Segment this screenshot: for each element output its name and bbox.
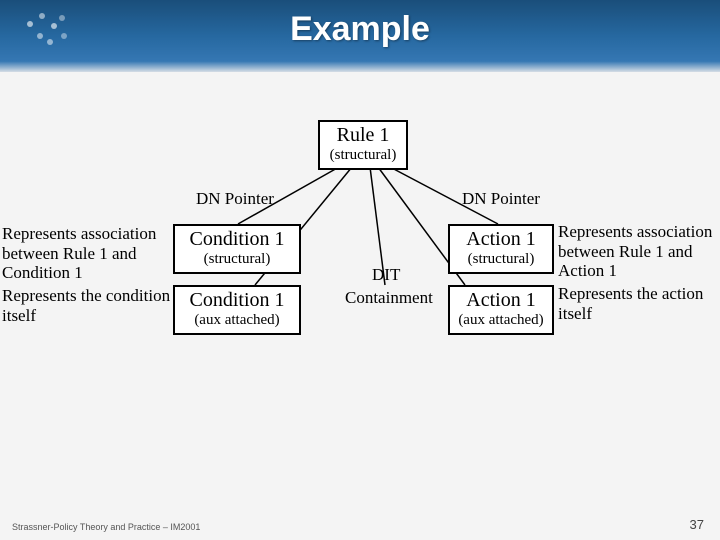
- dit-label: DIT: [372, 265, 400, 285]
- condition-aux-name: Condition 1: [181, 289, 293, 312]
- rule-sub: (structural): [326, 147, 400, 164]
- condition-aux-box: Condition 1 (aux attached): [173, 285, 301, 335]
- note-right-assoc: Represents association between Rule 1 an…: [558, 222, 718, 281]
- slide-title: Example: [0, 0, 720, 49]
- footer-text: Strassner-Policy Theory and Practice – I…: [12, 522, 200, 532]
- diagram-area: Rule 1 (structural) DN Pointer DN Pointe…: [0, 72, 720, 512]
- action-aux-box: Action 1 (aux attached): [448, 285, 554, 335]
- header-ornament-icon: [20, 8, 72, 52]
- action-structural-sub: (structural): [456, 251, 546, 268]
- containment-label: Containment: [345, 288, 433, 308]
- page-number: 37: [690, 517, 704, 532]
- note-right-action: Represents the action itself: [558, 284, 718, 323]
- slide-header: Example: [0, 0, 720, 72]
- note-left-condition: Represents the condition itself: [2, 286, 172, 325]
- condition-aux-sub: (aux attached): [181, 312, 293, 329]
- action-aux-name: Action 1: [456, 289, 546, 312]
- condition-structural-name: Condition 1: [181, 228, 293, 251]
- dn-pointer-right-label: DN Pointer: [462, 189, 540, 209]
- condition-structural-box: Condition 1 (structural): [173, 224, 301, 274]
- condition-structural-sub: (structural): [181, 251, 293, 268]
- action-aux-sub: (aux attached): [456, 312, 546, 329]
- action-structural-box: Action 1 (structural): [448, 224, 554, 274]
- rule-name: Rule 1: [326, 124, 400, 147]
- rule-box: Rule 1 (structural): [318, 120, 408, 170]
- note-left-assoc: Represents association between Rule 1 an…: [2, 224, 172, 283]
- dn-pointer-left-label: DN Pointer: [196, 189, 274, 209]
- action-structural-name: Action 1: [456, 228, 546, 251]
